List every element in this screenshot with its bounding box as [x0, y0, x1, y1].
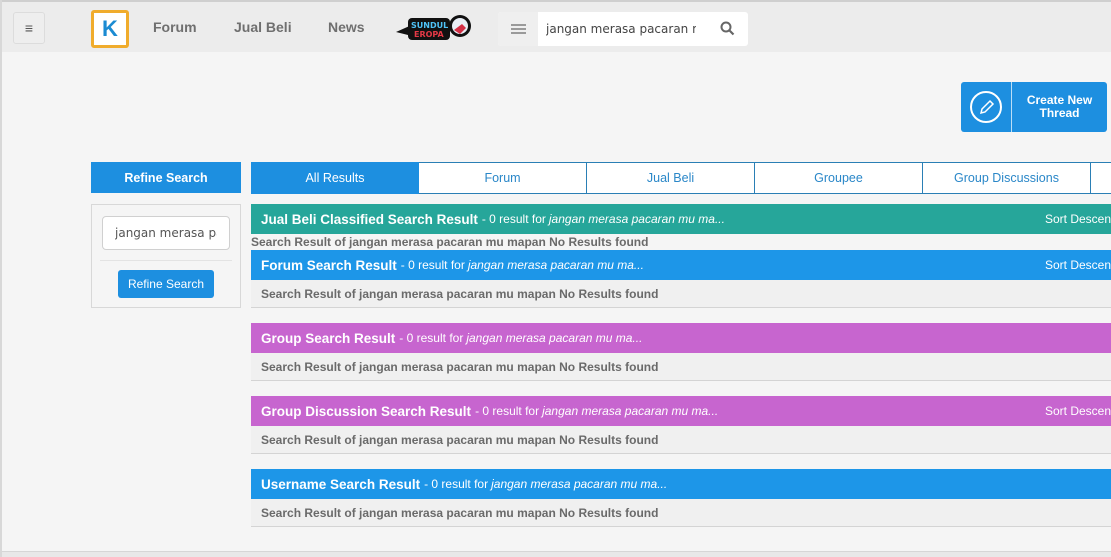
search-icon[interactable]: [720, 21, 735, 41]
nav-news[interactable]: News: [328, 19, 365, 35]
result-query: jangan merasa pacaran mu ma...: [466, 331, 643, 345]
hamburger-icon: ≡: [24, 20, 34, 36]
refine-search-panel: Refine Search: [91, 204, 241, 308]
sort-descending-button[interactable]: Sort Descend: [1045, 258, 1111, 272]
logo-letter: K: [102, 16, 118, 41]
list-icon[interactable]: [498, 12, 538, 46]
create-thread-label-2: Thread: [1039, 106, 1080, 120]
tab-groupee[interactable]: Groupee: [755, 162, 923, 194]
sundul-eropa-banner[interactable]: SUNDUL EROPA: [394, 10, 474, 46]
forum-result-header: Forum Search Result - 0 result for janga…: [251, 250, 1111, 280]
username-result-header: Username Search Result - 0 result for ja…: [251, 469, 1111, 499]
refine-search-input[interactable]: [102, 216, 230, 250]
result-count: - 0 result for: [424, 477, 489, 491]
tab-more[interactable]: [1091, 162, 1111, 194]
top-navbar: ≡ K Forum Jual Beli News SUNDUL EROPA: [2, 0, 1111, 52]
menu-button[interactable]: ≡: [13, 12, 45, 44]
sort-descending-button[interactable]: Sort Descend: [1045, 404, 1111, 418]
result-count: - 0 result for: [481, 212, 546, 226]
result-query: jangan merasa pacaran mu ma...: [491, 477, 668, 491]
create-new-thread-button[interactable]: Create New Thread: [961, 82, 1107, 132]
result-tabs: All Results Forum Jual Beli Groupee Grou…: [251, 162, 1111, 194]
search-box: [498, 12, 748, 46]
result-query: jangan merasa pacaran mu ma...: [467, 258, 644, 272]
section-title: Group Discussion Search Result: [261, 403, 472, 419]
group-result-body: Search Result of jangan merasa pacaran m…: [251, 353, 1111, 381]
nav-forum[interactable]: Forum: [153, 19, 197, 35]
divider: [100, 260, 232, 261]
promo-line1: SUNDUL: [411, 21, 448, 30]
username-result-body: Search Result of jangan merasa pacaran m…: [251, 499, 1111, 527]
tab-group-discussions[interactable]: Group Discussions: [923, 162, 1091, 194]
result-query: jangan merasa pacaran mu ma...: [542, 404, 719, 418]
section-title: Jual Beli Classified Search Result: [261, 211, 478, 227]
pencil-icon: [961, 82, 1012, 132]
tab-forum[interactable]: Forum: [419, 162, 587, 194]
result-count: - 0 result for: [475, 404, 540, 418]
result-count: - 0 result for: [399, 331, 464, 345]
sort-descending-button[interactable]: Sort Descend: [1045, 212, 1111, 226]
promo-line2: EROPA: [414, 30, 445, 39]
group-discussion-result-header: Group Discussion Search Result - 0 resul…: [251, 396, 1111, 426]
footer-divider: [2, 551, 1111, 557]
section-title: Group Search Result: [261, 330, 396, 346]
nav-jual-beli[interactable]: Jual Beli: [234, 19, 292, 35]
kaskus-logo[interactable]: K: [91, 10, 129, 48]
jual-beli-result-body: Search Result of jangan merasa pacaran m…: [251, 235, 649, 249]
jual-beli-result-header: Jual Beli Classified Search Result - 0 r…: [251, 204, 1111, 234]
result-query: jangan merasa pacaran mu ma...: [548, 212, 725, 226]
refine-search-button[interactable]: Refine Search: [118, 270, 214, 298]
group-discussion-result-body: Search Result of jangan merasa pacaran m…: [251, 426, 1111, 454]
group-result-header: Group Search Result - 0 result for janga…: [251, 323, 1111, 353]
tab-all-results[interactable]: All Results: [251, 162, 419, 194]
result-count: - 0 result for: [400, 258, 465, 272]
refine-search-title: Refine Search: [91, 162, 241, 193]
section-title: Forum Search Result: [261, 257, 397, 273]
tab-jual-beli[interactable]: Jual Beli: [587, 162, 755, 194]
search-input[interactable]: [546, 12, 696, 46]
section-title: Username Search Result: [261, 476, 421, 492]
forum-result-body: Search Result of jangan merasa pacaran m…: [251, 280, 1111, 308]
